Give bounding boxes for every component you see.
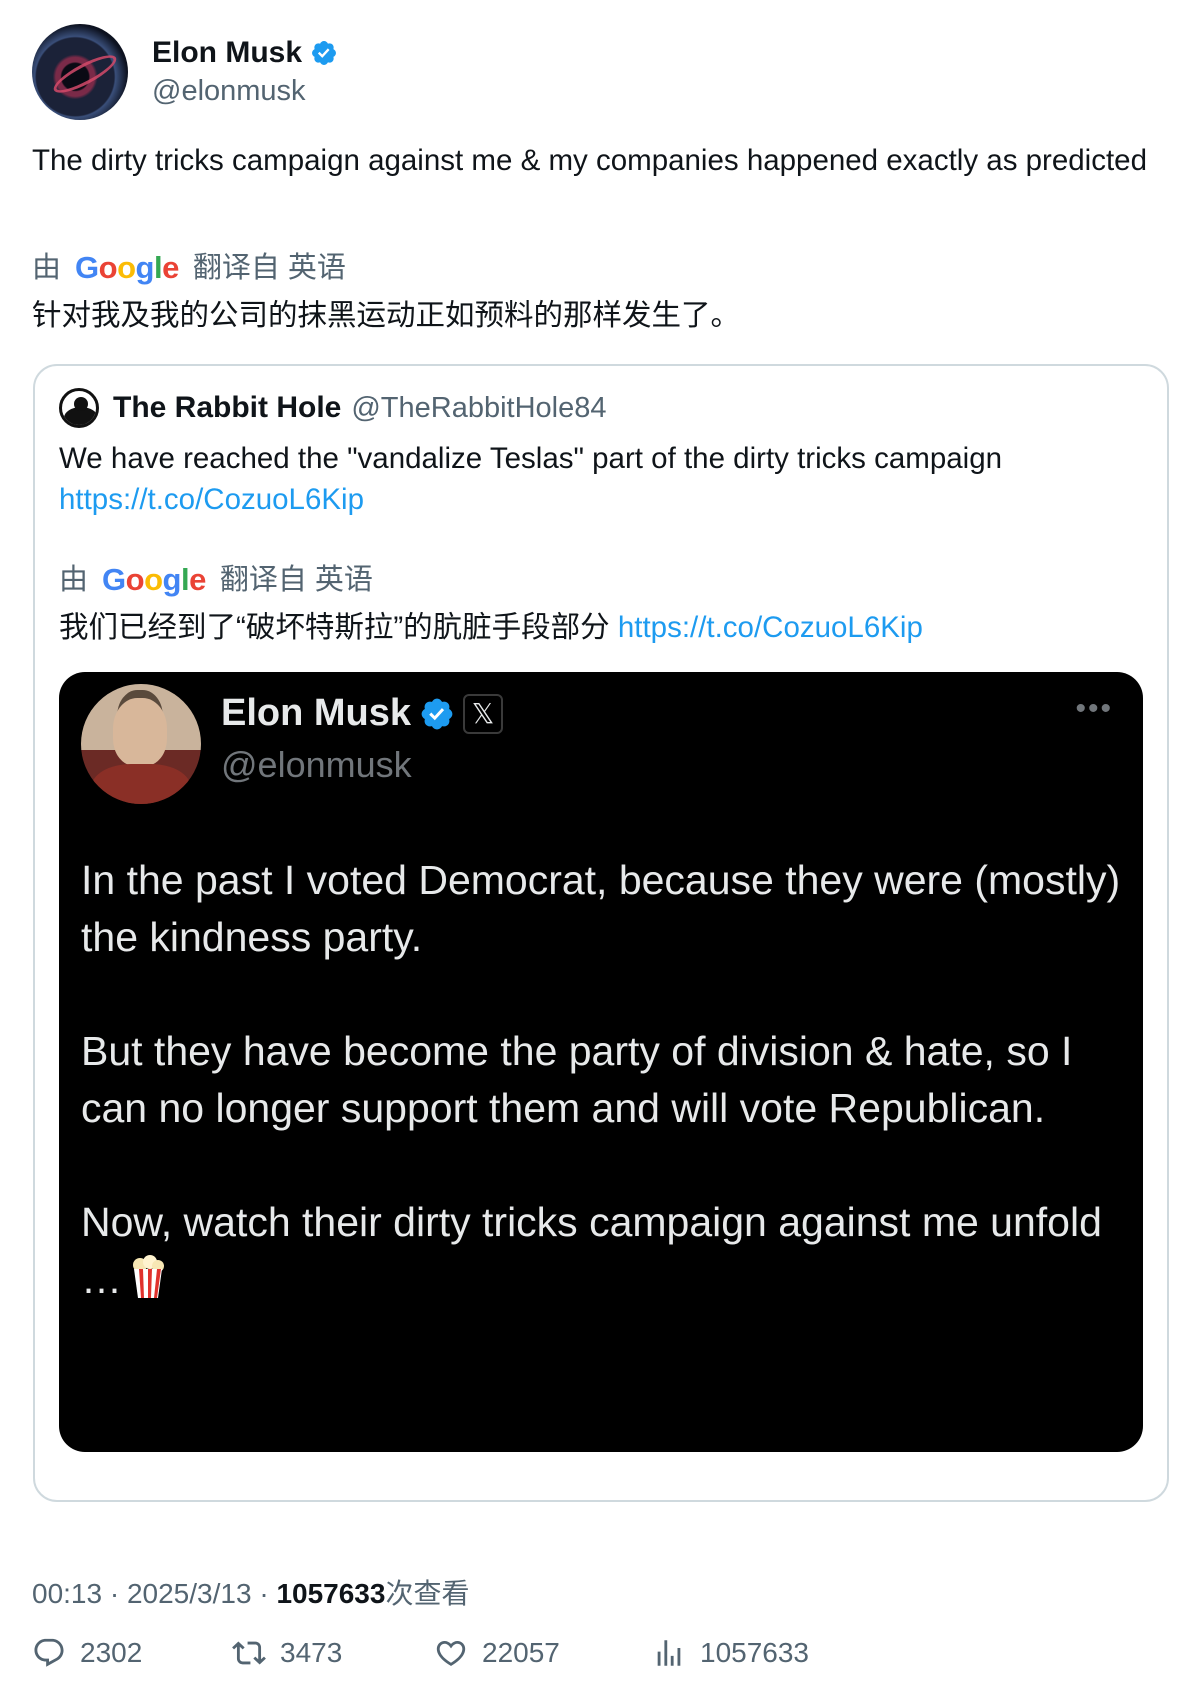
author-names: Elon Musk @elonmusk: [152, 35, 338, 109]
repost-button[interactable]: 3473: [232, 1636, 342, 1670]
media-paragraph-3: Now, watch their dirty tricks campaign a…: [81, 1199, 1102, 1302]
view-count-suffix: 次查看: [385, 1578, 470, 1609]
views-count: 1057633: [700, 1637, 810, 1668]
translate-suffix: 翻译自 英语: [219, 564, 373, 596]
popcorn-icon: [133, 1255, 164, 1298]
like-button[interactable]: 22057: [434, 1636, 560, 1670]
quoted-text-body: We have reached the "vandalize Teslas" p…: [59, 442, 1003, 475]
author-avatar[interactable]: [32, 24, 128, 120]
translate-suffix: 翻译自 英语: [192, 252, 346, 284]
quoted-translated-link[interactable]: https://t.co/CozuoL6Kip: [618, 611, 923, 644]
tweet-date[interactable]: 2025/3/13: [127, 1578, 252, 1609]
media-tweet-body: In the past I voted Democrat, because th…: [81, 852, 1121, 1308]
author-handle[interactable]: @elonmusk: [152, 73, 338, 109]
quoted-translated-text: 我们已经到了“破坏特斯拉”的肮脏手段部分 https://t.co/CozuoL…: [59, 608, 923, 648]
tweet-text: The dirty tricks campaign against me & m…: [32, 144, 1147, 177]
like-count: 22057: [482, 1637, 560, 1668]
quoted-author-avatar[interactable]: [59, 388, 99, 428]
media-name-row: Elon Musk 𝕏: [221, 692, 504, 735]
views-button[interactable]: 1057633: [652, 1636, 809, 1670]
google-logo: Google: [102, 562, 206, 597]
reply-icon: [34, 1638, 64, 1667]
author-display-name[interactable]: Elon Musk: [152, 35, 302, 71]
quoted-translated-body: 我们已经到了“破坏特斯拉”的肮脏手段部分: [59, 611, 610, 644]
quoted-media-image[interactable]: Elon Musk 𝕏 @elonmusk ••• In the past I …: [59, 672, 1143, 1452]
reply-button[interactable]: 2302: [32, 1636, 142, 1670]
like-icon: [436, 1640, 466, 1666]
media-author-avatar: [81, 684, 201, 804]
translation-attribution: 由 Google 翻译自 英语: [32, 248, 346, 288]
media-author-name: Elon Musk: [221, 692, 412, 734]
quoted-tweet-header: The Rabbit Hole @TheRabbitHole84: [59, 388, 606, 428]
quoted-author-handle[interactable]: @TheRabbitHole84: [351, 392, 606, 425]
quoted-author-name[interactable]: The Rabbit Hole: [113, 391, 341, 425]
translate-prefix: 由: [59, 564, 89, 596]
reply-count: 2302: [80, 1637, 143, 1668]
tweet-header: Elon Musk @elonmusk: [32, 24, 338, 120]
translated-text: 针对我及我的公司的抹黑运动正如预料的那样发生了。: [32, 299, 741, 332]
google-logo: Google: [75, 250, 179, 285]
quoted-tweet-text: We have reached the "vandalize Teslas" p…: [59, 438, 1149, 520]
media-paragraph-1: In the past I voted Democrat, because th…: [81, 857, 1121, 960]
x-logo-icon: 𝕏: [463, 693, 504, 734]
more-icon: •••: [1075, 692, 1113, 725]
tweet-time[interactable]: 00:13: [32, 1578, 102, 1609]
action-bar: 2302 3473 22057 1057633: [32, 1636, 1152, 1680]
repost-icon: [232, 1641, 266, 1665]
views-icon: [657, 1640, 681, 1666]
view-count: 1057633: [276, 1578, 386, 1609]
translate-prefix: 由: [32, 252, 62, 284]
verified-badge-icon: [421, 698, 453, 729]
quoted-translation-attribution: 由 Google 翻译自 英语: [59, 560, 373, 600]
verified-badge-icon: [312, 41, 336, 65]
tweet-meta: 00:13 · 2025/3/13 · 1057633次查看: [32, 1578, 470, 1609]
quoted-tweet[interactable]: The Rabbit Hole @TheRabbitHole84 We have…: [33, 364, 1169, 1502]
media-author-handle: @elonmusk: [221, 744, 412, 785]
repost-count: 3473: [280, 1637, 343, 1668]
media-paragraph-2: But they have become the party of divisi…: [81, 1028, 1073, 1131]
quoted-link[interactable]: https://t.co/CozuoL6Kip: [59, 483, 364, 516]
